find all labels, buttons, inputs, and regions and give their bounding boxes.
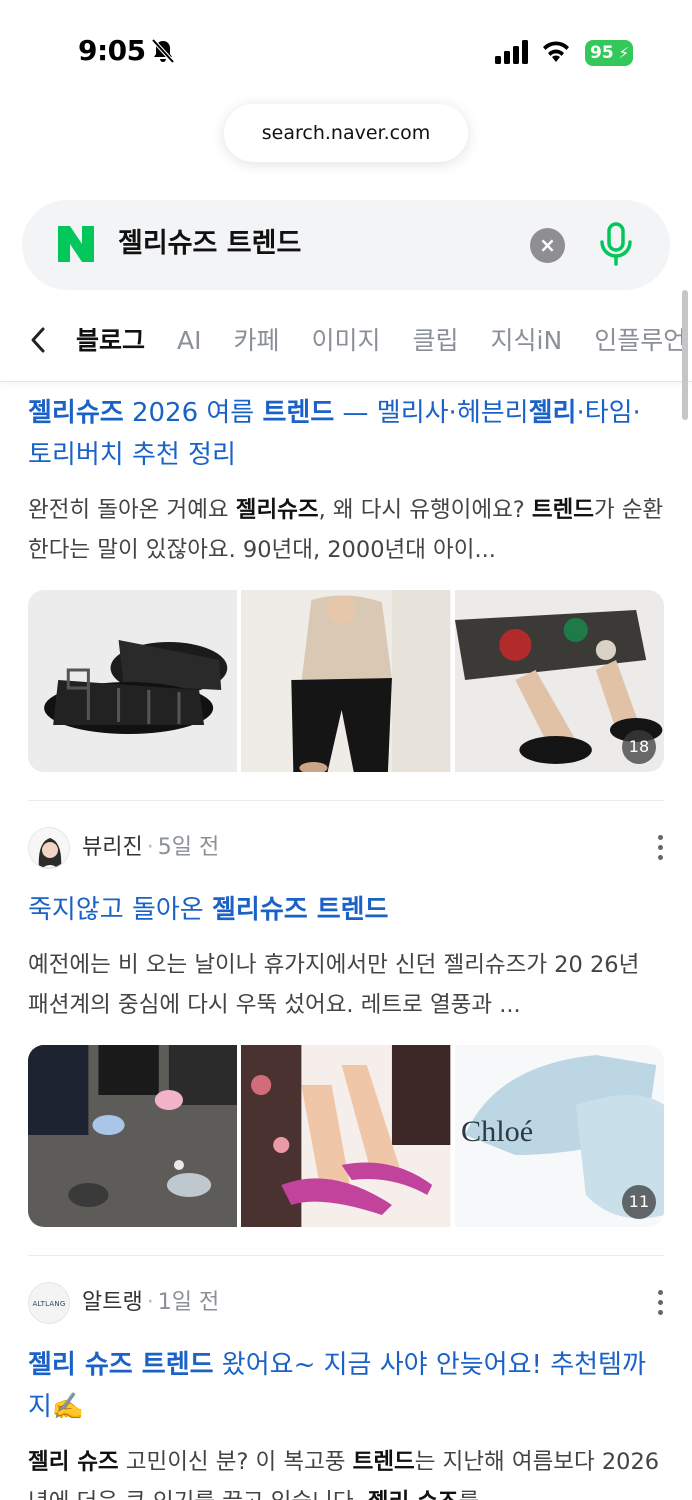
results-list: 젤리슈즈 2026 여름 트렌드 — 멜리사·헤븐리젤리·타임·토리버치 추천 …	[0, 392, 692, 1500]
post-image[interactable]: 18	[454, 590, 664, 772]
wifi-icon	[543, 41, 569, 62]
naver-logo[interactable]	[56, 224, 96, 264]
blog-post: ALTLANG 알트랭 · 1일 전 젤리 슈즈 트렌드 왔어요~ 지금 사야 안늦…	[0, 1282, 692, 1500]
author-meta: 뷰리진 · 5일 전	[82, 835, 220, 860]
post-snippet: 예전에는 비 오는 날이나 휴가지에서만 신던 젤리슈즈가 20 26년 패션계…	[28, 952, 640, 1018]
blog-post: 젤리슈즈 2026 여름 트렌드 — 멜리사·헤븐리젤리·타임·토리버치 추천 …	[0, 392, 692, 801]
search-input[interactable]: 젤리슈즈 트렌드	[118, 224, 301, 264]
post-images[interactable]: 18	[28, 590, 664, 772]
avatar-logo-text: ALTLANG	[32, 1300, 66, 1308]
tab-image[interactable]: 이미지	[312, 322, 381, 360]
tab-kin[interactable]: 지식iN	[491, 322, 563, 360]
post-time: 5일 전	[157, 835, 220, 860]
image-count-badge: 11	[621, 1185, 656, 1219]
author-name: 알트랭	[82, 1290, 143, 1315]
status-bar: 9:05 95 ⚡	[0, 0, 692, 100]
post-images[interactable]: Chloé 11	[28, 1045, 664, 1227]
blog-post: 뷰리진 · 5일 전 죽지않고 돌아온 젤리슈즈 트렌드 예전에는 비 오는 날이나…	[0, 827, 692, 1256]
post-snippet: 완전히 돌아온 거예요 젤리슈즈, 왜 다시 유행이에요? 트렌드가 순환한다는…	[28, 497, 664, 563]
divider	[28, 800, 664, 801]
post-image[interactable]: Chloé 11	[454, 1045, 664, 1227]
url-bar[interactable]: search.naver.com	[224, 104, 468, 162]
author-row[interactable]: ALTLANG 알트랭 · 1일 전	[28, 1282, 664, 1326]
battery-icon: 95 ⚡	[585, 40, 633, 66]
post-title-link[interactable]: 젤리슈즈 2026 여름 트렌드 — 멜리사·헤븐리젤리·타임·토리버치 추천 …	[0, 392, 692, 476]
avatar[interactable]	[28, 827, 70, 869]
search-tabs: 블로그 AI 카페 이미지 클립 지식iN 인플루언	[0, 300, 692, 382]
tab-blog[interactable]: 블로그	[76, 322, 145, 360]
image-count-badge: 18	[621, 730, 656, 764]
post-image[interactable]	[241, 1045, 451, 1227]
post-image[interactable]	[28, 590, 238, 772]
status-time: 9:05	[78, 34, 146, 67]
post-snippet: 젤리 슈즈 고민이신 분? 이 복고풍 트렌드는 지난해 여름보다 2026년에…	[28, 1449, 660, 1500]
signal-icon	[495, 40, 528, 64]
post-image[interactable]	[28, 1045, 238, 1227]
brand-text: Chloé	[461, 1114, 533, 1148]
tab-cafe[interactable]: 카페	[234, 322, 280, 360]
mic-icon[interactable]	[596, 222, 636, 268]
author-name: 뷰리진	[82, 835, 143, 860]
avatar[interactable]: ALTLANG	[28, 1282, 70, 1324]
post-time: 1일 전	[157, 1290, 220, 1315]
search-box[interactable]: 젤리슈즈 트렌드 ×	[22, 200, 670, 290]
post-image[interactable]	[241, 590, 451, 772]
bell-slash-icon	[151, 38, 175, 64]
post-title-link[interactable]: 젤리 슈즈 트렌드 왔어요~ 지금 사야 안늦어요! 추천템까지✍️	[0, 1344, 692, 1428]
tab-clip[interactable]: 클립	[413, 322, 459, 360]
post-title-link[interactable]: 죽지않고 돌아온 젤리슈즈 트렌드	[0, 889, 692, 931]
more-icon[interactable]	[650, 1288, 670, 1318]
url-text: search.naver.com	[261, 122, 431, 144]
tab-ai[interactable]: AI	[177, 322, 201, 360]
battery-level: 95	[590, 43, 614, 63]
clear-icon[interactable]: ×	[530, 228, 565, 263]
back-chevron-icon[interactable]	[28, 324, 48, 356]
tab-influencer[interactable]: 인플루언	[594, 322, 686, 360]
author-row[interactable]: 뷰리진 · 5일 전	[28, 827, 664, 871]
more-icon[interactable]	[650, 833, 670, 863]
author-meta: 알트랭 · 1일 전	[82, 1290, 220, 1315]
divider	[28, 1255, 664, 1256]
